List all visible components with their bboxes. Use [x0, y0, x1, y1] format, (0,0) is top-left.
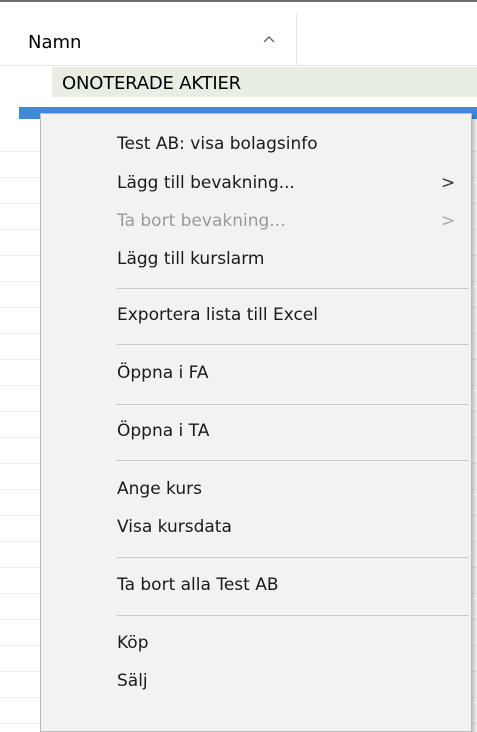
menu-item-label: Öppna i TA	[117, 421, 210, 441]
menu-item-oppna-ta[interactable]: Öppna i TA	[41, 413, 471, 451]
menu-separator	[117, 557, 469, 558]
menu-item-label: Sälj	[117, 671, 148, 691]
menu-item-label: Köp	[117, 633, 149, 653]
window-top-edge	[0, 0, 477, 13]
menu-item-ta-bort-alla[interactable]: Ta bort alla Test AB	[41, 567, 471, 605]
group-row[interactable]: ONOTERADE AKTIER	[52, 67, 477, 97]
menu-separator	[117, 344, 469, 345]
menu-item-lagg-till-kurslarm[interactable]: Lägg till kurslarm	[41, 241, 471, 279]
menu-item-oppna-fa[interactable]: Öppna i FA	[41, 355, 471, 393]
menu-separator	[117, 288, 469, 289]
menu-item-label: Ta bort bevakning...	[117, 211, 286, 231]
menu-separator	[117, 615, 469, 616]
menu-item-visa-bolagsinfo[interactable]: Test AB: visa bolagsinfo	[41, 126, 471, 164]
menu-separator	[117, 460, 469, 461]
grid-header: Namn	[0, 13, 477, 66]
column-header-namn[interactable]: Namn	[0, 13, 297, 65]
menu-item-label: Ange kurs	[117, 479, 202, 499]
menu-item-label: Visa kursdata	[117, 517, 232, 537]
submenu-arrow-icon: >	[441, 173, 456, 193]
menu-item-label: Lägg till kurslarm	[117, 249, 265, 269]
submenu-arrow-icon: >	[441, 211, 456, 231]
chevron-up-icon	[262, 33, 276, 48]
menu-item-lagg-till-bevakning[interactable]: Lägg till bevakning... >	[41, 165, 471, 203]
group-label: ONOTERADE AKTIER	[62, 73, 241, 94]
menu-separator	[117, 404, 469, 405]
context-menu: Test AB: visa bolagsinfo Lägg till bevak…	[40, 113, 472, 732]
menu-item-label: Test AB: visa bolagsinfo	[117, 134, 318, 154]
menu-item-exportera-excel[interactable]: Exportera lista till Excel	[41, 297, 471, 335]
menu-item-visa-kursdata[interactable]: Visa kursdata	[41, 509, 471, 547]
menu-item-label: Ta bort alla Test AB	[117, 575, 279, 595]
menu-item-ange-kurs[interactable]: Ange kurs	[41, 471, 471, 509]
menu-item-salj[interactable]: Sälj	[41, 663, 471, 701]
column-header-label: Namn	[28, 32, 82, 53]
menu-item-kop[interactable]: Köp	[41, 625, 471, 663]
menu-item-label: Exportera lista till Excel	[117, 305, 318, 325]
menu-item-ta-bort-bevakning: Ta bort bevakning... >	[41, 203, 471, 241]
menu-item-label: Öppna i FA	[117, 363, 209, 383]
menu-item-label: Lägg till bevakning...	[117, 173, 295, 193]
